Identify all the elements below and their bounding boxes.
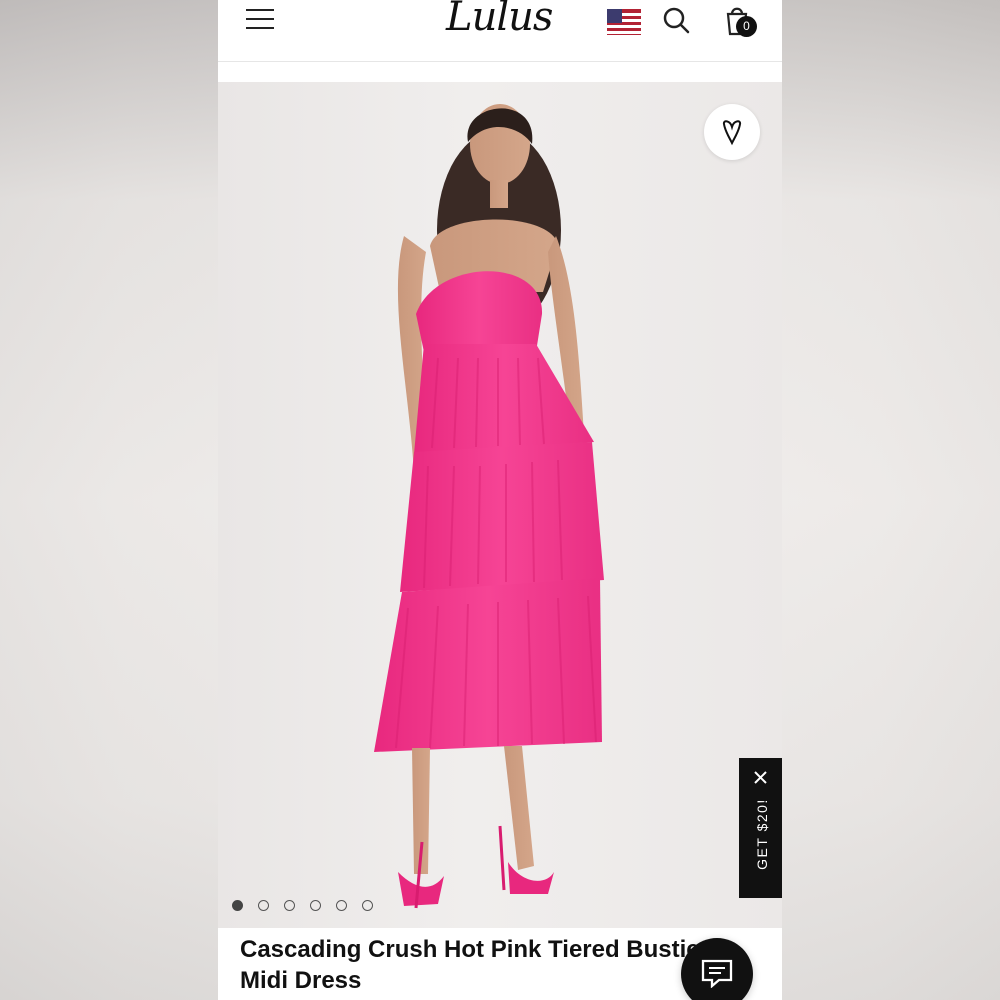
carousel-dot-6[interactable] xyxy=(362,900,373,911)
carousel-dot-3[interactable] xyxy=(284,900,295,911)
carousel-dot-4[interactable] xyxy=(310,900,321,911)
site-header: Lulus 0 xyxy=(218,0,782,62)
cart-count-badge: 0 xyxy=(736,16,757,37)
us-flag-icon[interactable] xyxy=(607,9,641,35)
carousel-dot-1[interactable] xyxy=(232,900,243,911)
promo-label: GET $20! xyxy=(754,798,770,870)
side-background-left xyxy=(0,0,218,1000)
carousel-pagination xyxy=(232,900,373,914)
side-background-right xyxy=(782,0,1000,1000)
promo-tab[interactable]: GET $20! xyxy=(739,758,782,898)
carousel-dot-2[interactable] xyxy=(258,900,269,911)
search-icon[interactable] xyxy=(662,6,690,34)
wishlist-button[interactable] xyxy=(704,104,760,160)
product-image-carousel[interactable]: GET $20! xyxy=(218,82,782,928)
chat-button[interactable] xyxy=(681,938,753,1000)
mobile-page: Lulus 0 GET $20! Cascading Crush Hot Pin… xyxy=(218,0,782,1000)
product-photo xyxy=(374,104,604,909)
carousel-dot-5[interactable] xyxy=(336,900,347,911)
heart-icon xyxy=(722,120,742,146)
hamburger-menu-icon[interactable] xyxy=(246,9,274,31)
chat-icon xyxy=(701,959,733,988)
close-icon[interactable] xyxy=(753,770,768,785)
site-logo[interactable]: Lulus xyxy=(446,0,553,40)
